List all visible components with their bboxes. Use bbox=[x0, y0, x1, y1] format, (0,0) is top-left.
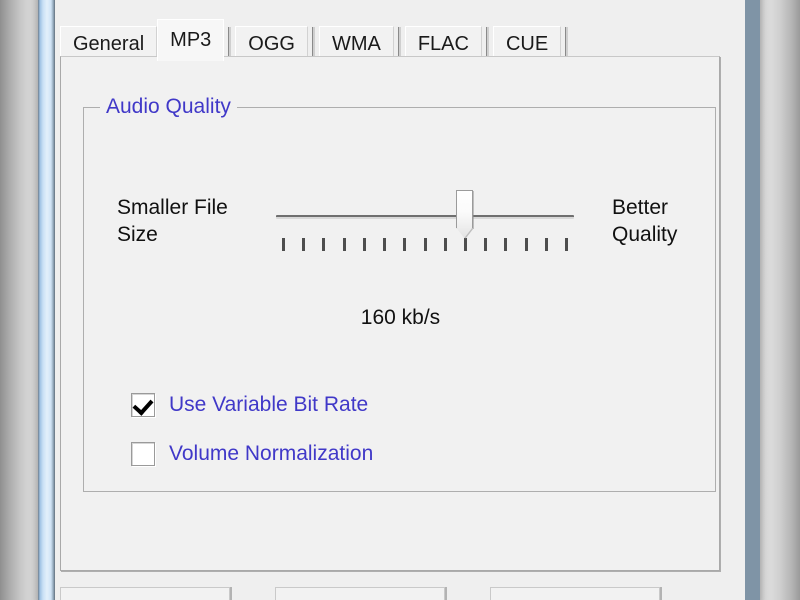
tab-ogg[interactable]: OGG bbox=[235, 26, 308, 60]
dialog-button-bar bbox=[60, 587, 720, 600]
bitrate-value-label: 160 kb/s bbox=[360, 306, 441, 329]
slider-min-label-line1: Smaller File bbox=[117, 196, 228, 219]
quality-slider[interactable] bbox=[276, 188, 574, 268]
tab-panel-mp3: Audio Quality Smaller File Size Better Q… bbox=[60, 56, 720, 571]
slider-tick bbox=[423, 238, 427, 251]
tab-mp3[interactable]: MP3 bbox=[157, 19, 225, 61]
slider-tick bbox=[565, 238, 568, 251]
slider-tick bbox=[524, 238, 528, 251]
slider-tick bbox=[362, 238, 366, 251]
tab-separator bbox=[397, 27, 401, 57]
checkbox-volume-normalization[interactable] bbox=[131, 442, 155, 466]
slider-max-label-line2: Quality bbox=[612, 223, 678, 246]
group-box-title: Audio Quality bbox=[100, 95, 237, 119]
tab-strip: General MP3 OGG WMA FLAC CUE bbox=[60, 19, 720, 61]
tab-general[interactable]: General bbox=[60, 26, 158, 60]
tab-separator bbox=[228, 27, 232, 57]
slider-tick bbox=[403, 238, 407, 251]
tab-separator bbox=[311, 27, 315, 57]
slider-tick bbox=[302, 238, 306, 251]
quality-slider-row: Smaller File Size Better Quality bbox=[84, 188, 717, 278]
slider-thumb[interactable] bbox=[455, 190, 473, 228]
slider-tick bbox=[322, 238, 326, 251]
desktop-backdrop: General MP3 OGG WMA FLAC CUE Audio Quali… bbox=[0, 0, 800, 600]
dialog-client-area: General MP3 OGG WMA FLAC CUE Audio Quali… bbox=[55, 0, 745, 600]
tab-cue[interactable]: CUE bbox=[492, 26, 562, 60]
slider-tick bbox=[282, 238, 285, 251]
slider-tick-marks bbox=[282, 238, 568, 252]
checkbox-row-volume-normalization[interactable]: Volume Normalization bbox=[131, 442, 373, 466]
tab-separator bbox=[485, 27, 489, 57]
tab-flac[interactable]: FLAC bbox=[404, 26, 482, 60]
dialog-button-1[interactable] bbox=[60, 587, 230, 600]
checkbox-use-variable-bit-rate[interactable] bbox=[131, 393, 155, 417]
slider-tick bbox=[463, 238, 467, 251]
slider-tick bbox=[383, 238, 387, 251]
checkbox-row-use-variable-bit-rate[interactable]: Use Variable Bit Rate bbox=[131, 393, 368, 417]
slider-tick bbox=[342, 238, 346, 251]
checkbox-label-volume-normalization: Volume Normalization bbox=[169, 442, 374, 465]
slider-min-label-line2: Size bbox=[117, 223, 158, 246]
slider-max-label: Better Quality bbox=[612, 194, 722, 248]
slider-min-label: Smaller File Size bbox=[117, 194, 277, 248]
dialog-button-2[interactable] bbox=[275, 587, 445, 600]
tab-wma[interactable]: WMA bbox=[318, 26, 394, 60]
tab-separator-end bbox=[565, 27, 569, 57]
slider-tick bbox=[544, 238, 548, 251]
slider-tick bbox=[504, 238, 508, 251]
slider-max-label-line1: Better bbox=[612, 196, 669, 219]
slider-tick bbox=[443, 238, 447, 251]
group-box-audio-quality: Audio Quality Smaller File Size Better Q… bbox=[83, 95, 717, 492]
tab-control: General MP3 OGG WMA FLAC CUE Audio Quali… bbox=[60, 8, 720, 571]
dialog-button-3[interactable] bbox=[490, 587, 660, 600]
slider-track[interactable] bbox=[276, 215, 574, 219]
checkbox-label-use-variable-bit-rate: Use Variable Bit Rate bbox=[169, 393, 369, 416]
slider-tick bbox=[484, 238, 488, 251]
